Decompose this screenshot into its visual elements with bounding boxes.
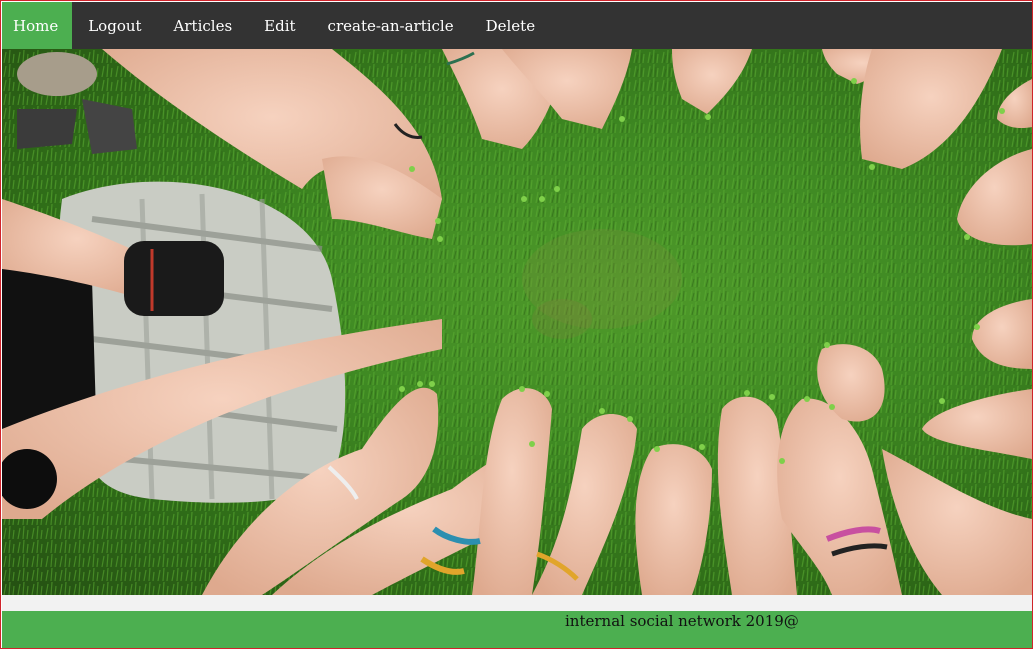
- nav-logout-link[interactable]: Logout: [72, 2, 157, 49]
- page-footer: internal social network 2019@: [2, 611, 1032, 648]
- hero-illustration: [2, 49, 1032, 595]
- nav-home-link[interactable]: Home: [2, 2, 73, 49]
- page-frame: Home Logout Articles Edit create-an-arti…: [0, 0, 1033, 649]
- top-navbar: Home Logout Articles Edit create-an-arti…: [2, 2, 1032, 49]
- footer-spacer: [2, 595, 1032, 611]
- nav-articles-link[interactable]: Articles: [158, 2, 249, 49]
- footer-copyright-text: internal social network 2019@: [565, 612, 799, 630]
- nav-create-article-link[interactable]: create-an-article: [312, 2, 470, 49]
- nav-edit-link[interactable]: Edit: [248, 2, 311, 49]
- nav-delete-link[interactable]: Delete: [470, 2, 551, 49]
- hero-image: [2, 49, 1032, 595]
